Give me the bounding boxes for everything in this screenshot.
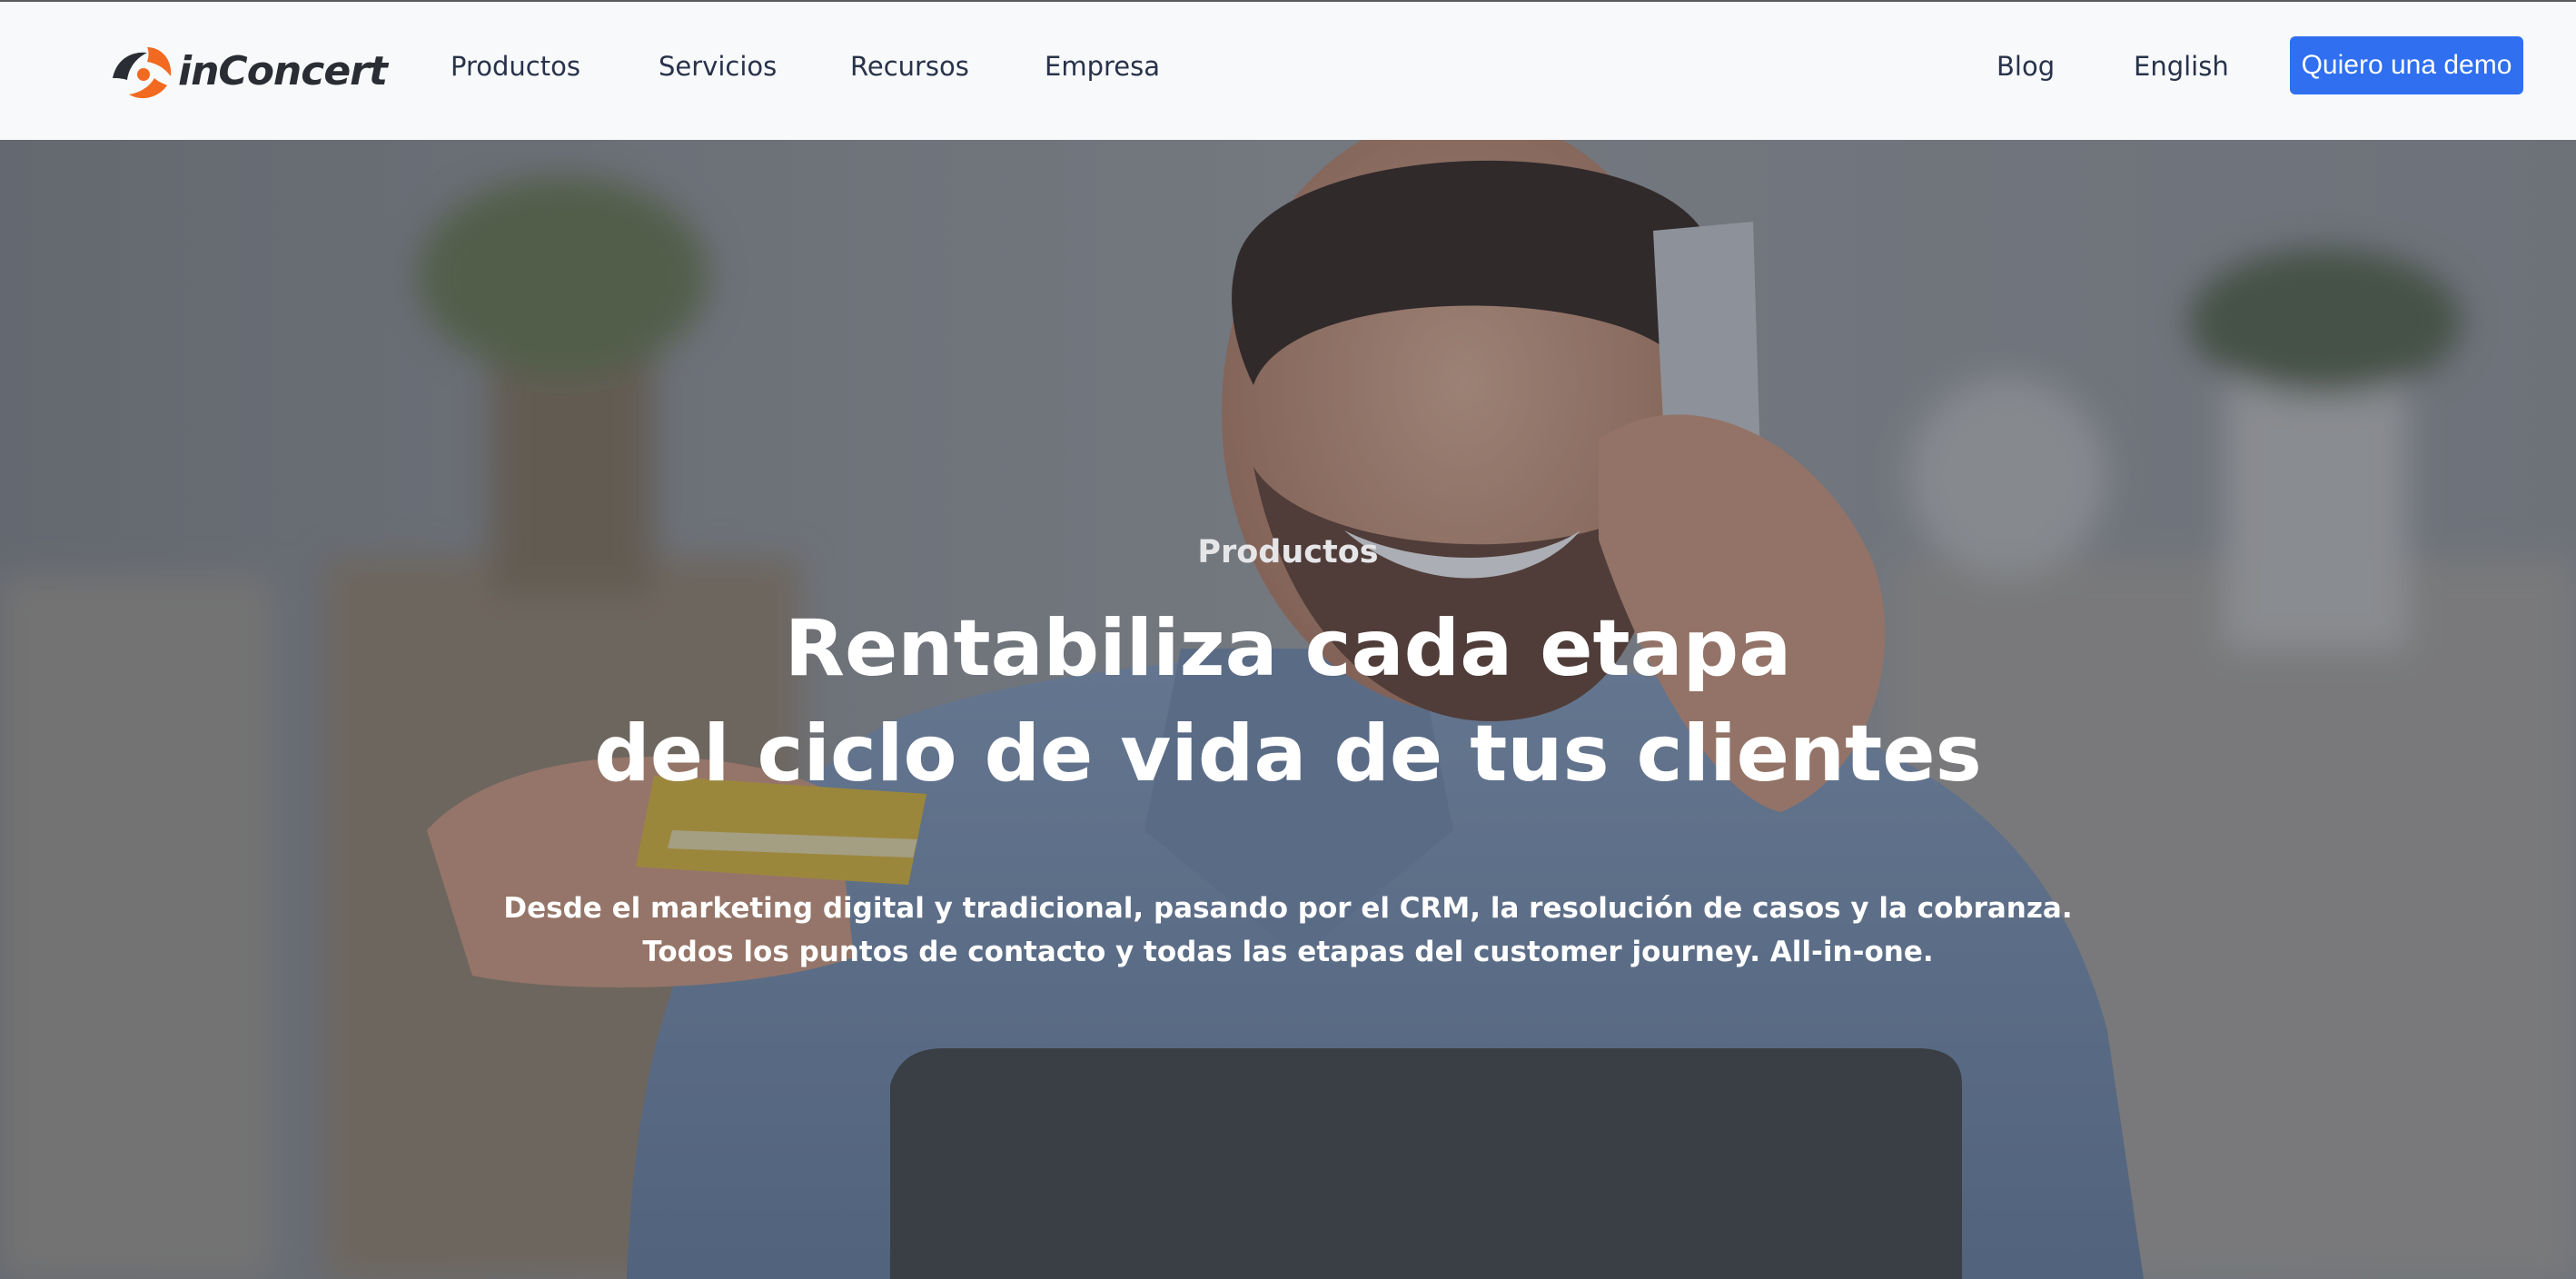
nav-blog[interactable]: Blog xyxy=(1996,51,2055,82)
language-switch-english[interactable]: English xyxy=(2134,51,2229,82)
hero-headline-line-1: Rentabiliza cada etapa xyxy=(784,603,1792,694)
nav-empresa[interactable]: Empresa xyxy=(1045,51,1160,82)
inconcert-swirl-icon xyxy=(113,47,172,99)
site-header: inConcert Productos Servicios Recursos E… xyxy=(0,2,2576,140)
hero-subtitle-line-2: Todos los puntos de contacto y todas las… xyxy=(642,936,1934,968)
request-demo-button[interactable]: Quiero una demo xyxy=(2290,36,2523,94)
hero-headline-line-2: del ciclo de vida de tus clientes xyxy=(594,709,1982,799)
nav-recursos[interactable]: Recursos xyxy=(850,51,969,82)
inconcert-logo[interactable]: inConcert xyxy=(107,38,388,104)
nav-servicios[interactable]: Servicios xyxy=(659,51,777,82)
hero-headline: Rentabiliza cada etapa del ciclo de vida… xyxy=(0,596,2576,807)
nav-productos[interactable]: Productos xyxy=(451,51,580,82)
hero-subtitle-line-1: Desde el marketing digital y tradicional… xyxy=(503,892,2073,925)
logo-wordmark: inConcert xyxy=(178,47,388,94)
hero-section: Productos Rentabiliza cada etapa del cic… xyxy=(0,140,2576,1279)
hero-eyebrow: Productos xyxy=(1197,534,1379,570)
